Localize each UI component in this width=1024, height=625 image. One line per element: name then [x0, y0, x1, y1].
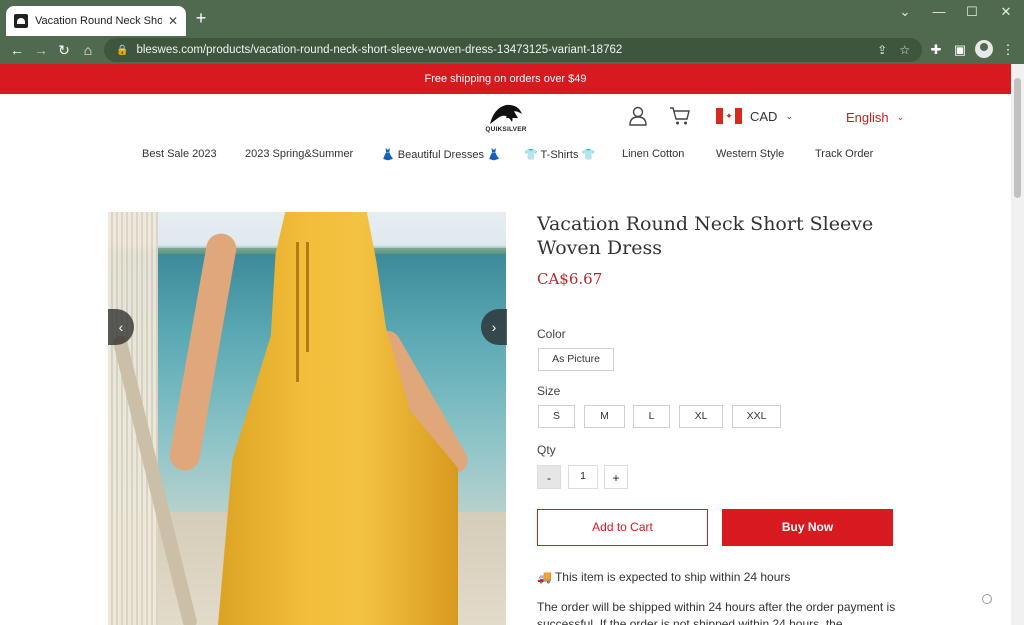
qty-increase-button[interactable]: + — [604, 465, 628, 489]
ship-note: 🚚 This item is expected to ship within 2… — [537, 570, 790, 584]
language-label: English — [846, 110, 889, 125]
address-toolbar: ← → ↻ ⌂ 🔒 bleswes.com/products/vacation-… — [0, 36, 1024, 64]
bookmark-star-icon[interactable]: ☆ — [899, 43, 910, 57]
minimize-icon[interactable]: — — [924, 4, 954, 19]
product-image[interactable] — [108, 212, 506, 625]
nav-item-spring-summer[interactable]: 2023 Spring&Summer — [245, 148, 353, 160]
product-title: Vacation Round Neck Short Sleeve Woven D… — [537, 213, 874, 259]
nav-item-tshirts[interactable]: 👕 T-Shirts 👕 — [524, 148, 595, 161]
nav-item-dresses[interactable]: 👗 Beautiful Dresses 👗 — [381, 148, 501, 161]
truck-icon: 🚚 — [537, 570, 552, 584]
page-scrollbar[interactable] — [1011, 64, 1024, 625]
chevron-down-icon: ⌄ — [785, 110, 793, 121]
maximize-icon[interactable]: ☐ — [957, 4, 987, 20]
back-icon[interactable]: ← — [7, 40, 27, 60]
main-nav: Best Sale 2023 2023 Spring&Summer 👗 Beau… — [0, 148, 1011, 166]
buy-now-button[interactable]: Buy Now — [722, 509, 893, 546]
size-option-xl[interactable]: XL — [679, 405, 723, 428]
extensions-icon[interactable]: ✚ — [926, 40, 946, 60]
size-option-xxl[interactable]: XXL — [732, 405, 781, 428]
promo-banner: Free shipping on orders over $49 — [0, 64, 1011, 94]
web-page: Free shipping on orders over $49 QUIKSIL… — [0, 64, 1011, 625]
nav-item-western-style[interactable]: Western Style — [716, 148, 784, 160]
size-option-m[interactable]: M — [584, 405, 625, 428]
qty-label: Qty — [537, 443, 556, 457]
chevron-down-icon: ⌄ — [896, 112, 905, 122]
qty-input[interactable]: 1 — [568, 465, 598, 489]
canada-flag-icon: ✦ — [716, 108, 742, 124]
tab-title: Vacation Round Neck Short Sleeve — [35, 15, 162, 27]
profile-avatar[interactable] — [975, 40, 993, 58]
account-icon[interactable] — [628, 106, 648, 126]
close-tab-icon[interactable]: ✕ — [168, 14, 178, 28]
nav-item-linen-cotton[interactable]: Linen Cotton — [622, 148, 684, 160]
forward-icon[interactable]: → — [31, 40, 51, 60]
lock-icon: 🔒 — [116, 44, 129, 56]
product-price: CA$6.67 — [537, 270, 603, 288]
tab-search-icon[interactable]: ⌄ — [890, 4, 920, 20]
reload-icon[interactable]: ↻ — [54, 40, 74, 60]
browser-tab[interactable]: Vacation Round Neck Short Sleeve ✕ — [6, 6, 186, 36]
browser-menu-icon[interactable]: ⋮ — [998, 40, 1018, 60]
site-favicon-icon — [14, 14, 28, 28]
size-option-s[interactable]: S — [538, 405, 575, 428]
nav-item-track-order[interactable]: Track Order — [815, 148, 873, 160]
ship-note-text: This item is expected to ship within 24 … — [554, 570, 791, 584]
scrollbar-thumb[interactable] — [1014, 78, 1021, 198]
color-label: Color — [537, 327, 566, 341]
chat-icon[interactable] — [982, 594, 992, 604]
nav-item-best-sale[interactable]: Best Sale 2023 — [142, 148, 217, 160]
size-option-l[interactable]: L — [633, 405, 670, 428]
logo-wordmark: QUIKSILVER — [485, 126, 527, 133]
add-to-cart-button[interactable]: Add to Cart — [537, 509, 708, 546]
language-selector[interactable]: English ⌄ — [846, 110, 904, 125]
close-window-icon[interactable]: ✕ — [991, 4, 1021, 20]
url-text: bleswes.com/products/vacation-round-neck… — [136, 44, 623, 56]
brand-logo[interactable]: QUIKSILVER — [484, 102, 528, 136]
quiksilver-wave-icon — [490, 104, 522, 124]
new-tab-icon[interactable]: + — [192, 8, 210, 29]
share-icon[interactable]: ⇪ — [877, 43, 887, 57]
color-option-as-picture[interactable]: As Picture — [538, 348, 614, 371]
side-panel-icon[interactable]: ▣ — [950, 40, 970, 60]
qty-decrease-button[interactable]: - — [537, 465, 561, 489]
browser-tab-strip: Vacation Round Neck Short Sleeve ✕ + ⌄ —… — [0, 0, 1024, 36]
address-bar[interactable]: 🔒 bleswes.com/products/vacation-round-ne… — [104, 38, 922, 62]
currency-selector[interactable]: ✦ CAD ⌄ — [716, 108, 793, 124]
size-label: Size — [537, 384, 561, 398]
home-icon[interactable]: ⌂ — [78, 40, 98, 60]
shipping-description: The order will be shipped within 24 hour… — [537, 600, 896, 625]
cart-icon[interactable] — [669, 106, 691, 126]
currency-label: CAD — [750, 108, 778, 124]
